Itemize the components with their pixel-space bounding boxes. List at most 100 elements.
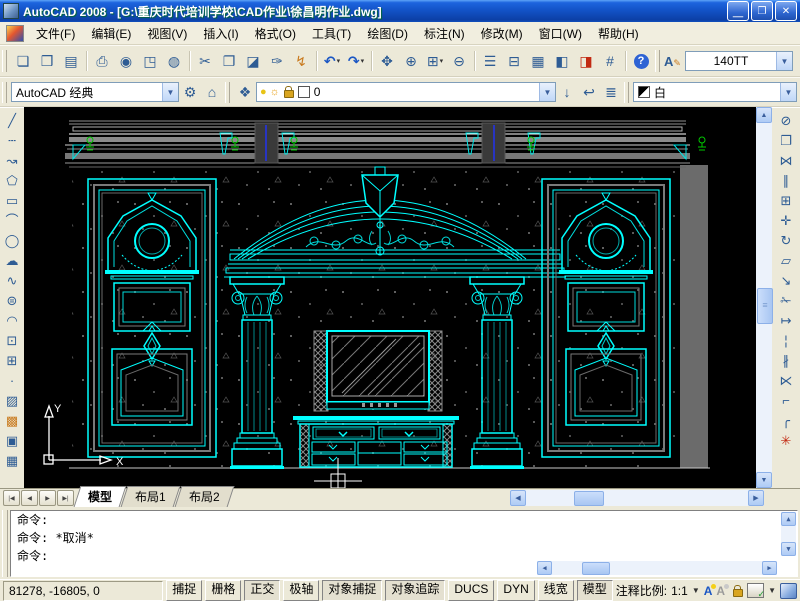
standard-separator-button[interactable] (186, 50, 193, 72)
toolbar-grip[interactable] (624, 82, 629, 103)
modify-stretch-button[interactable]: ↘ (775, 270, 797, 290)
layer-states-manager-button[interactable]: ≣ (600, 81, 622, 103)
make-object-layer-current-button[interactable]: ↓ (556, 81, 578, 103)
layer-properties-manager-button[interactable]: ❖ (234, 81, 256, 103)
modify-break-button[interactable]: ∦ (775, 350, 797, 370)
menu-insert[interactable]: 插入(I) (195, 23, 246, 44)
status-toggle-dyn[interactable]: DYN (497, 580, 534, 601)
tab-model[interactable]: 模型 (74, 486, 127, 507)
command-text-area[interactable]: 命令:命令: *取消* 命令: ▲ ▼ ◀ ▶ (10, 510, 798, 577)
standard-copy-clip-button[interactable]: ❐ (217, 49, 241, 73)
tab-layout2[interactable]: 布局2 (174, 486, 234, 507)
draw-region-button[interactable]: ▣ (1, 430, 23, 450)
status-toggle-otrack[interactable]: 对象追踪 (385, 580, 445, 601)
chevron-down-icon[interactable]: ▼ (776, 52, 792, 70)
title-bar[interactable]: AutoCAD 2008 - [G:\重庆时代培训学校\CAD作业\徐昌明作业.… (0, 0, 800, 22)
scroll-track[interactable] (756, 123, 772, 472)
standard-designcenter-button[interactable]: ⊟ (502, 49, 526, 73)
standard-zoom-window-button[interactable]: ⊞ (423, 49, 447, 73)
modify-explode-button[interactable]: ✳ (775, 430, 797, 450)
menu-tools[interactable]: 工具(T) (304, 23, 359, 44)
toolbar-lock-icon[interactable] (733, 589, 743, 597)
layer-combo[interactable]: ● ☼ 0 ▼ (256, 82, 556, 102)
toolbar-grip[interactable] (2, 50, 7, 73)
layer-color-swatch[interactable] (298, 86, 310, 98)
modify-rotate-button[interactable]: ↻ (775, 230, 797, 250)
standard-markup-set-manager-button[interactable]: ◨ (574, 49, 598, 73)
standard-undo-button[interactable]: ↶ (320, 49, 344, 73)
scroll-thumb[interactable] (574, 491, 604, 506)
standard-redo-button[interactable]: ↷ (344, 49, 368, 73)
standard-plot-button[interactable]: ⎙ (90, 49, 114, 73)
standard-plot-preview-button[interactable]: ◉ (114, 49, 138, 73)
prev-tab-button[interactable]: ◀ (21, 490, 38, 506)
tab-layout1[interactable]: 布局1 (121, 486, 181, 507)
chevron-down-icon[interactable]: ▼ (162, 83, 178, 101)
draw-point-button[interactable]: · (1, 370, 23, 390)
status-toggle-polar[interactable]: 极轴 (283, 580, 319, 601)
status-toggle-grid[interactable]: 栅格 (205, 580, 241, 601)
draw-hatch-button[interactable]: ▨ (1, 390, 23, 410)
menu-modify[interactable]: 修改(M) (473, 23, 531, 44)
menu-help[interactable]: 帮助(H) (590, 23, 647, 44)
layer-on-bulb-icon[interactable]: ● (260, 87, 267, 98)
standard-match-properties-button[interactable]: ✑ (265, 49, 289, 73)
scroll-down-icon[interactable]: ▼ (781, 542, 796, 556)
side-wall-strip[interactable] (680, 165, 708, 468)
modify-break-at-point-button[interactable]: ¦ (775, 330, 797, 350)
annotation-scale-value[interactable]: 1:1 (671, 584, 688, 598)
standard-sheet-set-manager-button[interactable]: ◧ (550, 49, 574, 73)
standard-zoom-realtime-button[interactable]: ⊕ (399, 49, 423, 73)
window-positions-icon[interactable] (747, 583, 764, 598)
scroll-right-icon[interactable]: ▶ (748, 490, 764, 506)
standard-separator-button[interactable] (83, 50, 90, 72)
standard-quickcalc-button[interactable]: # (598, 49, 622, 73)
draw-table-button[interactable]: ▦ (1, 450, 23, 470)
first-tab-button[interactable]: |◀ (3, 490, 20, 506)
draw-insert-block-button[interactable]: ⊡ (1, 330, 23, 350)
draw-ellipse-arc-button[interactable]: ◠ (1, 310, 23, 330)
status-toggle-snap[interactable]: 捕捉 (166, 580, 202, 601)
text-style-combo[interactable]: 140TT ▼ (685, 51, 793, 71)
standard-block-editor-button[interactable]: ↯ (289, 49, 313, 73)
tv-unit[interactable] (314, 331, 442, 411)
draw-arc-button[interactable]: ⌒ (1, 210, 23, 230)
scroll-up-icon[interactable]: ▲ (781, 512, 796, 526)
modify-scale-button[interactable]: ▱ (775, 250, 797, 270)
standard-paste-button[interactable]: ◪ (241, 49, 265, 73)
scroll-right-icon[interactable]: ▶ (762, 561, 777, 575)
status-toggle-ducs[interactable]: DUCS (448, 580, 494, 601)
draw-revision-cloud-button[interactable]: ☁ (1, 250, 23, 270)
my-workspace-button[interactable]: ⌂ (201, 81, 223, 103)
last-tab-button[interactable]: ▶| (57, 490, 74, 506)
menu-view[interactable]: 视图(V) (139, 23, 195, 44)
scroll-track[interactable] (552, 561, 762, 575)
standard-help-button[interactable]: ? (629, 49, 653, 73)
scroll-left-icon[interactable]: ◀ (510, 490, 526, 506)
chevron-down-icon[interactable]: ▼ (692, 586, 700, 595)
draw-line-button[interactable]: ╱ (1, 110, 23, 130)
modify-erase-button[interactable]: ⊘ (775, 110, 797, 130)
chevron-down-icon[interactable]: ▼ (768, 586, 776, 595)
draw-gradient-button[interactable]: ▩ (1, 410, 23, 430)
command-window-grip[interactable] (2, 510, 8, 577)
drawing-canvas[interactable]: Y X (24, 107, 756, 488)
modify-trim-button[interactable]: ✁ (775, 290, 797, 310)
modify-chamfer-button[interactable]: ⌐ (775, 390, 797, 410)
toolbar-grip[interactable] (655, 50, 660, 73)
scroll-thumb[interactable] (757, 288, 773, 324)
scroll-down-icon[interactable]: ▼ (756, 472, 772, 488)
status-toggle-osnap[interactable]: 对象捕捉 (322, 580, 382, 601)
command-horizontal-scrollbar[interactable]: ◀ ▶ (537, 561, 777, 575)
modify-mirror-button[interactable]: ⋈ (775, 150, 797, 170)
menu-edit[interactable]: 编辑(E) (83, 23, 139, 44)
draw-polygon-button[interactable]: ⬠ (1, 170, 23, 190)
canvas-vertical-scrollbar[interactable]: ▲ ▼ (756, 107, 772, 488)
entablature-beam[interactable] (224, 250, 566, 277)
standard-publish-button[interactable]: ◳ (138, 49, 162, 73)
modify-offset-button[interactable]: ∥ (775, 170, 797, 190)
standard-tool-palettes-button[interactable]: ▦ (526, 49, 550, 73)
menu-window[interactable]: 窗口(W) (531, 23, 590, 44)
standard-separator-button[interactable] (471, 50, 478, 72)
draw-construction-line-button[interactable]: ┄ (1, 130, 23, 150)
